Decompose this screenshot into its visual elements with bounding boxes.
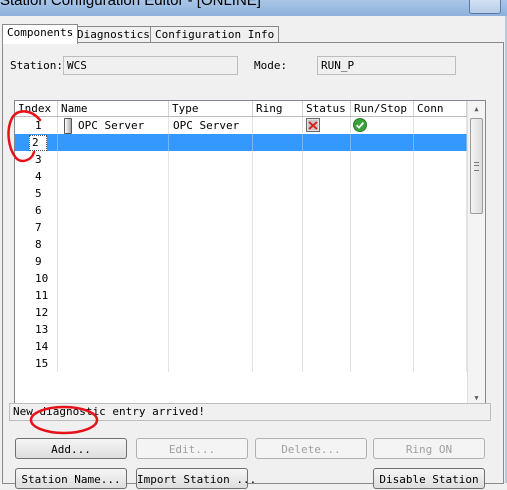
tab-diagnostics[interactable]: Diagnostics [72, 26, 155, 43]
row-index: 7 [35, 221, 42, 234]
row-index: 13 [35, 323, 49, 336]
status-message: New diagnostic entry arrived! [13, 405, 206, 418]
mode-value: RUN_P [321, 59, 355, 72]
add-button[interactable]: Add... [15, 438, 127, 459]
tab-label: Diagnostics [77, 28, 150, 41]
column-header-index[interactable]: Index [15, 101, 58, 116]
table-row[interactable]: 4 [15, 168, 467, 185]
column-header-ring[interactable]: Ring [253, 101, 303, 116]
scroll-thumb[interactable] [470, 118, 483, 214]
mode-label: Mode: [254, 59, 288, 72]
row-index: 9 [35, 255, 42, 268]
column-header-run-stop[interactable]: Run/Stop [351, 101, 414, 116]
table-row[interactable]: 6 [15, 202, 467, 219]
row-index: 1 [35, 119, 42, 132]
edit-button[interactable]: Edit... [136, 438, 248, 459]
delete-button[interactable]: Delete... [255, 438, 367, 459]
window-title: Station Configuration Editor - [ONLINE] [0, 0, 261, 9]
row-index: 4 [35, 170, 42, 183]
components-table: Index Name Type Ring Status Run/Stop Con… [14, 100, 486, 407]
row-index: 12 [35, 306, 49, 319]
vertical-scrollbar[interactable]: ▲ ▼ [467, 101, 485, 406]
grip-icon [474, 162, 479, 171]
column-header-status[interactable]: Status [303, 101, 351, 116]
table-row[interactable]: 7 [15, 219, 467, 236]
mode-field: RUN_P [317, 56, 456, 75]
row-index: 11 [35, 289, 49, 302]
column-header-name[interactable]: Name [58, 101, 169, 116]
station-name-button[interactable]: Station Name... [15, 468, 127, 489]
row-index: 2 [29, 135, 47, 151]
column-header-type[interactable]: Type [169, 101, 253, 116]
table-row[interactable]: 15 [15, 355, 467, 372]
table-header: Index Name Type Ring Status Run/Stop Con… [15, 101, 467, 117]
scroll-up-icon[interactable]: ▲ [468, 101, 485, 117]
tab-configuration-info[interactable]: Configuration Info [150, 26, 280, 43]
row-index: 6 [35, 204, 42, 217]
check-circle-icon [353, 118, 367, 132]
window-body: Components Diagnostics Configuration Inf… [0, 16, 507, 489]
station-label: Station: [10, 59, 63, 72]
tab-label: Configuration Info [155, 28, 275, 41]
station-field: WCS [63, 56, 238, 75]
row-type: OPC Server [169, 117, 253, 134]
disable-station-button[interactable]: Disable Station [373, 468, 485, 489]
table-row[interactable]: 13 [15, 321, 467, 338]
status-warning-icon [306, 118, 320, 132]
close-button[interactable] [469, 0, 501, 14]
table-row[interactable]: 14 [15, 338, 467, 355]
station-value: WCS [67, 59, 87, 72]
row-name: OPC Server [78, 119, 145, 132]
components-panel: Station: WCS Mode: RUN_P Index Name Type… [2, 42, 504, 489]
diagnostic-status-line: New diagnostic entry arrived! [9, 403, 491, 421]
table-row[interactable]: 9 [15, 253, 467, 270]
ring-on-button[interactable]: Ring ON [373, 438, 485, 459]
table-row[interactable]: 5 [15, 185, 467, 202]
row-index: 5 [35, 187, 42, 200]
table-row[interactable]: 8 [15, 236, 467, 253]
tab-components[interactable]: Components [2, 24, 79, 44]
row-index: 3 [35, 153, 42, 166]
opc-server-icon [64, 118, 72, 134]
table-row[interactable]: 12 [15, 304, 467, 321]
row-index: 14 [35, 340, 49, 353]
table-row[interactable]: 3 [15, 151, 467, 168]
table-row[interactable]: 11 [15, 287, 467, 304]
column-header-conn[interactable]: Conn [414, 101, 467, 116]
import-station-button[interactable]: Import Station ... [136, 468, 256, 489]
table-row[interactable]: 1 OPC Server OPC Server [15, 117, 467, 134]
table-row[interactable]: 10 [15, 270, 467, 287]
row-index: 10 [35, 272, 49, 285]
table-row-selected[interactable]: 2 [15, 134, 467, 151]
title-bar: Station Configuration Editor - [ONLINE] [0, 0, 507, 16]
tab-label: Components [7, 26, 74, 39]
row-index: 15 [35, 357, 49, 370]
row-index: 8 [35, 238, 42, 251]
